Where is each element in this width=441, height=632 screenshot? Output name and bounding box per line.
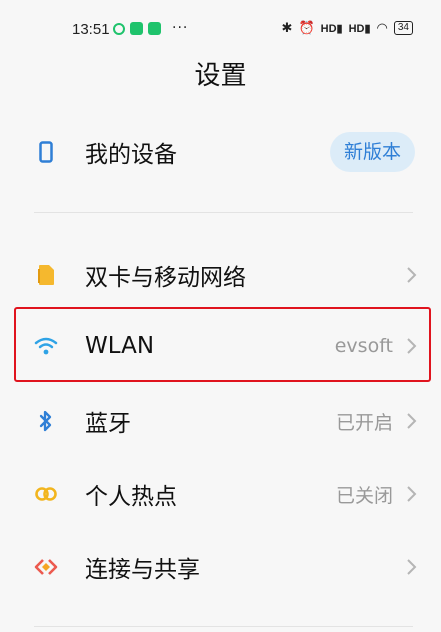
wlan-row[interactable]: WLAN evsoft	[0, 311, 441, 381]
sim-network-row[interactable]: 双卡与移动网络	[0, 240, 441, 310]
app-notification-icon	[148, 22, 161, 35]
chevron-right-icon	[407, 413, 417, 429]
connection-share-label: 连接与共享	[85, 557, 200, 583]
signal-label: HD	[348, 22, 365, 35]
hotspot-icon	[34, 482, 58, 506]
notification-icons: ···	[113, 20, 189, 36]
app-notification-icon	[130, 22, 143, 35]
bluetooth-icon	[34, 409, 58, 433]
connection-share-row[interactable]: 连接与共享	[0, 532, 441, 602]
bluetooth-status-icon: ✱	[281, 20, 293, 35]
wlan-label: WLAN	[85, 333, 155, 359]
bluetooth-row[interactable]: 蓝牙 已开启	[0, 386, 441, 456]
bluetooth-label: 蓝牙	[85, 411, 131, 437]
connection-share-icon	[34, 555, 58, 579]
status-bar: 13:51 ··· ✱ ⏰ HD▮ HD▮ ◠ 34	[0, 0, 441, 58]
new-version-badge[interactable]: 新版本	[329, 132, 415, 172]
sim-network-label: 双卡与移动网络	[85, 265, 246, 291]
signal-icon: HD▮	[320, 22, 343, 35]
signal-label: HD	[320, 22, 337, 35]
sim-card-icon	[34, 263, 58, 287]
chevron-right-icon	[407, 486, 417, 502]
page-title: 设置	[194, 61, 247, 91]
chevron-right-icon	[407, 338, 417, 354]
chevron-right-icon	[407, 267, 417, 283]
wechat-notification-icon	[113, 22, 125, 35]
battery-icon: 34	[393, 21, 413, 35]
my-device-label: 我的设备	[85, 142, 177, 168]
chevron-right-icon	[407, 559, 417, 575]
my-device-row[interactable]: 我的设备 新版本	[0, 117, 441, 187]
divider	[34, 626, 413, 627]
hotspot-row[interactable]: 个人热点 已关闭	[0, 459, 441, 529]
status-time: 13:51	[72, 21, 110, 38]
alarm-icon: ⏰	[298, 20, 315, 35]
wlan-network-value: evsoft	[334, 335, 393, 357]
divider	[34, 212, 413, 213]
hotspot-label: 个人热点	[85, 484, 177, 510]
bluetooth-status-value: 已开启	[335, 411, 393, 434]
battery-level: 34	[397, 22, 409, 33]
wifi-status-icon: ◠	[376, 20, 388, 35]
status-indicators: ✱ ⏰ HD▮ HD▮ ◠ 34	[282, 20, 413, 36]
hotspot-status-value: 已关闭	[335, 484, 393, 507]
phone-icon	[34, 140, 58, 164]
more-notifications-icon: ···	[172, 20, 189, 36]
signal-icon: HD▮	[348, 22, 371, 35]
wifi-icon	[34, 334, 58, 358]
